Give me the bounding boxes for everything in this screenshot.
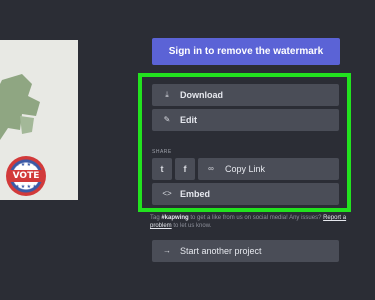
download-button[interactable]: ⤓ Download: [152, 84, 339, 106]
embed-label: Embed: [180, 189, 211, 199]
facebook-share-button[interactable]: f: [175, 158, 195, 180]
start-project-label: Start another project: [180, 246, 262, 256]
link-icon: ∞: [208, 164, 214, 173]
badge-stars-bottom: ★ ★ ★ ★: [14, 184, 38, 190]
map-graphic: [0, 74, 40, 140]
kapwing-handle: #kapwing: [161, 215, 189, 221]
code-icon: <>: [162, 189, 172, 198]
vote-badge: ★ ★ ★ ★ VOTE ★ ★ ★ ★: [6, 156, 46, 196]
sign-in-button[interactable]: Sign in to remove the watermark: [152, 38, 340, 65]
edit-button[interactable]: ✎ Edit: [152, 109, 339, 131]
share-section-label: SHARE: [152, 149, 172, 155]
download-icon: ⤓: [165, 90, 169, 99]
embed-button[interactable]: <> Embed: [152, 183, 339, 205]
edit-label: Edit: [180, 115, 197, 125]
badge-stars-top: ★ ★ ★ ★: [14, 162, 38, 168]
arrow-right-icon: →: [163, 246, 171, 255]
facebook-icon: f: [183, 164, 187, 174]
pencil-icon: ✎: [163, 115, 171, 124]
twitter-icon: t: [160, 164, 164, 174]
copy-link-label: Copy Link: [225, 164, 266, 174]
copy-link-button[interactable]: ∞ Copy Link: [198, 158, 339, 180]
video-preview: ★ ★ ★ ★ VOTE ★ ★ ★ ★ wikiHow: [0, 40, 78, 200]
social-tag-text: Tag #kapwing to get a like from us on so…: [150, 214, 350, 230]
tag-suffix: to get a like from us on social media! A…: [188, 215, 324, 221]
tag-prefix: Tag: [150, 215, 162, 221]
twitter-share-button[interactable]: t: [152, 158, 172, 180]
start-another-project-button[interactable]: → Start another project: [152, 240, 339, 262]
badge-label: VOTE: [9, 170, 43, 182]
report-suffix: to let us know.: [171, 223, 212, 229]
download-label: Download: [180, 90, 223, 100]
